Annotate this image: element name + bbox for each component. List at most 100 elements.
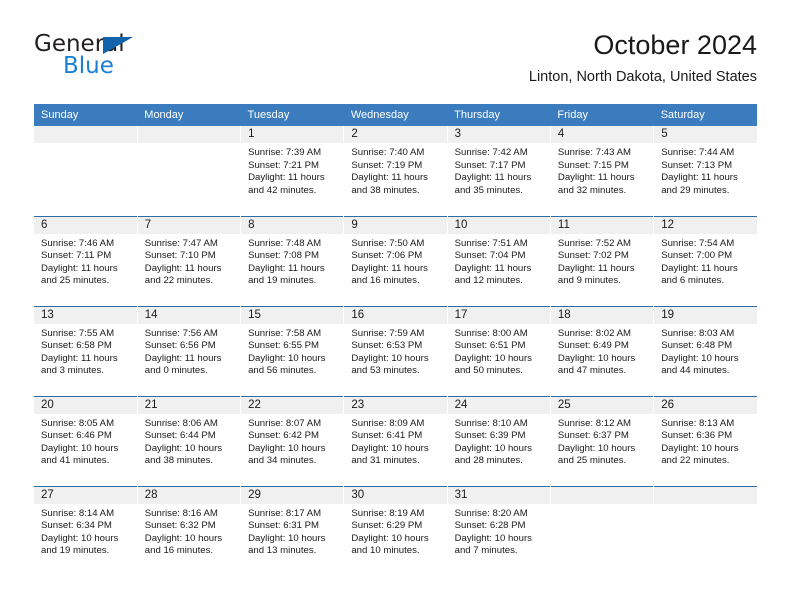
day-number: 6 (34, 216, 137, 234)
day-number: 2 (344, 126, 447, 143)
sunrise-text: Sunrise: 8:14 AM (41, 507, 115, 519)
sunset-text: Sunset: 6:58 PM (41, 340, 112, 352)
daylight-text: Daylight: 11 hours and 42 minutes. (248, 172, 325, 196)
sunset-text: Sunset: 6:44 PM (144, 430, 216, 442)
sunrise-text: Sunrise: 8:05 AM (41, 417, 115, 429)
weekday-header-wednesday: Wednesday (343, 104, 448, 126)
day-details: Sunrise: 8:06 AM Sunset: 6:44 PM Daylight:… (138, 414, 240, 468)
sunset-text: Sunset: 6:53 PM (351, 340, 423, 352)
daylight-text: Daylight: 10 hours and 50 minutes. (454, 352, 532, 377)
daylight-text: Daylight: 11 hours and 6 minutes. (661, 262, 738, 287)
daylight-text: Daylight: 11 hours and 12 minutes. (454, 262, 532, 287)
day-cell: 22 Sunrise: 8:07 AM Sunset: 6:42 PM Dayligh… (240, 395, 345, 486)
day-details: Sunrise: 7:46 AM Sunset: 7:11 PM Daylight:… (34, 234, 137, 288)
day-details: Sunrise: 8:09 AM Sunset: 6:41 PM Daylight:… (344, 414, 446, 468)
daylight-text: Daylight: 10 hours and 10 minutes. (351, 532, 429, 557)
sunrise-text: Sunrise: 7:44 AM (661, 147, 735, 158)
day-details: Sunrise: 7:50 AM Sunset: 7:06 PM Daylight:… (344, 234, 446, 288)
page-header: General Blue October 2024 Linton, North … (34, 28, 757, 100)
day-number: 26 (654, 396, 757, 414)
sunset-text: Sunset: 7:08 PM (248, 250, 319, 262)
calendar-body: 1 Sunrise: 7:39 AM Sunset: 7:21 PM Daylight… (34, 126, 757, 576)
day-number: 8 (241, 216, 344, 234)
day-cell (550, 485, 655, 576)
sunrise-text: Sunrise: 8:03 AM (661, 327, 735, 339)
day-number: 10 (447, 216, 550, 234)
sunrise-text: Sunrise: 7:59 AM (351, 327, 425, 339)
location-subtitle: Linton, North Dakota, United States (528, 69, 757, 85)
weekday-header-tuesday: Tuesday (240, 104, 344, 126)
sunrise-text: Sunrise: 8:12 AM (557, 417, 631, 429)
sunrise-text: Sunrise: 7:51 AM (454, 237, 528, 249)
day-details: Sunrise: 7:54 AM Sunset: 7:00 PM Daylight:… (654, 234, 757, 288)
sunrise-text: Sunrise: 8:09 AM (351, 417, 425, 429)
day-number (654, 486, 757, 504)
daylight-text: Daylight: 11 hours and 35 minutes. (454, 172, 532, 196)
day-number: 27 (34, 486, 137, 504)
sunset-text: Sunset: 6:39 PM (454, 430, 526, 442)
day-cell: 10 Sunrise: 7:51 AM Sunset: 7:04 PM Dayligh… (447, 215, 551, 306)
day-cell: 26 Sunrise: 8:13 AM Sunset: 6:36 PM Dayligh… (653, 395, 757, 486)
day-details: Sunrise: 8:00 AM Sunset: 6:51 PM Daylight:… (448, 324, 550, 378)
day-cell: 7 Sunrise: 7:47 AM Sunset: 7:10 PM Daylight… (137, 215, 242, 306)
day-cell: 11 Sunrise: 7:52 AM Sunset: 7:02 PM Dayligh… (550, 215, 655, 306)
day-number: 17 (447, 306, 550, 324)
sunrise-text: Sunrise: 8:06 AM (144, 417, 218, 429)
day-details: Sunrise: 8:05 AM Sunset: 6:46 PM Daylight:… (34, 414, 137, 468)
day-details: Sunrise: 8:17 AM Sunset: 6:31 PM Daylight:… (241, 504, 343, 558)
weekday-header-friday: Friday (550, 104, 654, 126)
day-details: Sunrise: 7:43 AM Sunset: 7:15 PM Daylight:… (551, 143, 653, 197)
sunrise-text: Sunrise: 7:55 AM (41, 327, 115, 339)
weekday-header-monday: Monday (137, 104, 241, 126)
day-details: Sunrise: 8:02 AM Sunset: 6:49 PM Daylight:… (551, 324, 653, 378)
daylight-text: Daylight: 10 hours and 16 minutes. (144, 532, 223, 557)
sunrise-sunset-calendar: Sunday Monday Tuesday Wednesday Thursday… (34, 104, 757, 576)
general-blue-logo[interactable]: General Blue (34, 28, 234, 90)
day-number (550, 486, 654, 504)
day-number: 28 (137, 486, 241, 504)
daylight-text: Daylight: 11 hours and 9 minutes. (557, 262, 635, 287)
sunrise-text: Sunrise: 8:07 AM (248, 417, 322, 429)
sunset-text: Sunset: 7:06 PM (351, 250, 423, 262)
daylight-text: Daylight: 11 hours and 22 minutes. (144, 262, 222, 287)
daylight-text: Daylight: 10 hours and 13 minutes. (248, 532, 326, 557)
day-cell: 17 Sunrise: 8:00 AM Sunset: 6:51 PM Dayligh… (447, 305, 551, 396)
sunrise-text: Sunrise: 7:50 AM (351, 237, 425, 249)
daylight-text: Daylight: 11 hours and 3 minutes. (41, 352, 118, 377)
daylight-text: Daylight: 10 hours and 38 minutes. (144, 442, 223, 467)
day-cell: 15 Sunrise: 7:58 AM Sunset: 6:55 PM Dayligh… (240, 305, 345, 396)
day-number: 5 (654, 126, 757, 143)
day-details: Sunrise: 8:16 AM Sunset: 6:32 PM Daylight:… (138, 504, 240, 558)
calendar-week-row: 27 Sunrise: 8:14 AM Sunset: 6:34 PM Dayligh… (34, 485, 757, 576)
sunset-text: Sunset: 6:37 PM (557, 430, 629, 442)
daylight-text: Daylight: 10 hours and 34 minutes. (248, 442, 326, 467)
day-details: Sunrise: 7:47 AM Sunset: 7:10 PM Daylight:… (138, 234, 240, 288)
sunset-text: Sunset: 7:04 PM (454, 250, 526, 262)
sunset-text: Sunset: 7:21 PM (248, 159, 319, 171)
daylight-text: Daylight: 10 hours and 19 minutes. (41, 532, 119, 557)
day-cell: 14 Sunrise: 7:56 AM Sunset: 6:56 PM Dayligh… (137, 305, 242, 396)
sunrise-text: Sunrise: 7:43 AM (557, 147, 631, 158)
calendar-week-row: 20 Sunrise: 8:05 AM Sunset: 6:46 PM Dayligh… (34, 395, 757, 486)
day-cell: 29 Sunrise: 8:17 AM Sunset: 6:31 PM Dayligh… (240, 485, 345, 576)
day-number: 30 (344, 486, 447, 504)
daylight-text: Daylight: 11 hours and 19 minutes. (248, 262, 325, 287)
day-details: Sunrise: 8:20 AM Sunset: 6:28 PM Daylight:… (448, 504, 550, 558)
day-number: 16 (344, 306, 447, 324)
day-details: Sunrise: 8:19 AM Sunset: 6:29 PM Daylight:… (344, 504, 446, 558)
day-number (34, 126, 137, 143)
day-number: 9 (344, 216, 447, 234)
day-details: Sunrise: 8:07 AM Sunset: 6:42 PM Daylight:… (241, 414, 343, 468)
day-cell: 24 Sunrise: 8:10 AM Sunset: 6:39 PM Dayligh… (447, 395, 551, 486)
sunset-text: Sunset: 6:31 PM (248, 520, 319, 532)
day-details: Sunrise: 8:10 AM Sunset: 6:39 PM Daylight:… (448, 414, 550, 468)
sunset-text: Sunset: 7:19 PM (351, 159, 423, 171)
daylight-text: Daylight: 10 hours and 44 minutes. (661, 352, 739, 377)
sunrise-text: Sunrise: 7:47 AM (144, 237, 218, 249)
sunset-text: Sunset: 6:36 PM (661, 430, 733, 442)
day-cell: 16 Sunrise: 7:59 AM Sunset: 6:53 PM Dayligh… (343, 305, 448, 396)
day-number: 11 (550, 216, 654, 234)
sunset-text: Sunset: 7:11 PM (41, 250, 112, 262)
sunrise-text: Sunrise: 8:10 AM (454, 417, 528, 429)
sunrise-text: Sunrise: 8:00 AM (454, 327, 528, 339)
